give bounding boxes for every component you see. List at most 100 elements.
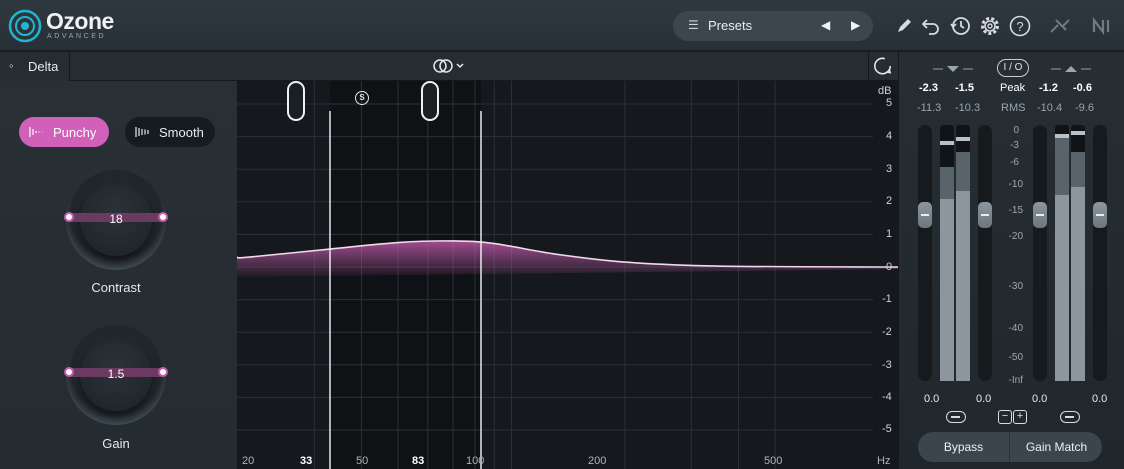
scale-3: -3 xyxy=(1010,140,1019,151)
presets-label[interactable]: Presets xyxy=(708,18,752,33)
input-meter-right-peak xyxy=(956,137,970,141)
io-meter-panel: -2.3 -1.5 -11.3 -10.3 I / O Peak RMS -1.… xyxy=(898,52,1124,469)
minus-button[interactable]: − xyxy=(998,410,1012,424)
output-rms-left: -10.4 xyxy=(1037,102,1063,114)
scale-15: -15 xyxy=(1008,205,1023,216)
low-band-handle[interactable] xyxy=(287,81,305,121)
y-label-2: 2 xyxy=(886,195,893,207)
scale-10: -10 xyxy=(1008,179,1023,190)
peak-label: Peak xyxy=(1000,82,1026,94)
output-gain-left[interactable]: 0.0 xyxy=(1032,393,1047,405)
input-rms-left: -11.3 xyxy=(917,102,942,114)
output-collapse-icon[interactable] xyxy=(1049,64,1093,74)
y-label-neg3: -3 xyxy=(882,359,892,371)
stereo-mode-icon[interactable] xyxy=(432,58,466,74)
output-rms-right: -9.6 xyxy=(1075,102,1094,114)
contrast-label: Contrast xyxy=(91,280,141,295)
output-fader-track[interactable] xyxy=(1033,125,1047,381)
output-peak-right: -0.6 xyxy=(1073,82,1092,94)
output-meter-right-peak xyxy=(1071,131,1085,135)
eq-graph[interactable]: dB 5 4 3 2 1 0 -1 -2 -3 -4 -5 20 33 50 8… xyxy=(237,81,898,469)
y-label-neg5: -5 xyxy=(882,423,892,435)
gain-value: 1.5 xyxy=(107,367,125,381)
scale-40: -40 xyxy=(1008,323,1023,334)
ear-icon[interactable]: ◦ xyxy=(9,58,14,73)
next-preset-button[interactable]: ▶ xyxy=(851,18,860,32)
smooth-wave-icon xyxy=(135,127,149,137)
eq-curve-canvas xyxy=(237,81,898,469)
history-icon[interactable] xyxy=(948,14,972,38)
contrast-knob[interactable]: 18 xyxy=(64,170,168,270)
graph-header xyxy=(70,52,898,81)
y-label-neg1: -1 xyxy=(882,293,892,305)
ni-logo-icon[interactable] xyxy=(1090,14,1114,38)
output-fader-handle[interactable] xyxy=(1033,202,1047,228)
presets-bar[interactable]: ☰ Presets ◀ ▶ xyxy=(673,11,873,41)
delta-toggle[interactable]: Delta xyxy=(28,59,58,74)
io-toggle-button[interactable]: I / O xyxy=(997,59,1029,77)
loop-icon[interactable] xyxy=(868,52,897,81)
input-peak-right: -1.5 xyxy=(955,82,974,94)
output-meter-left-peak xyxy=(1055,134,1069,138)
high-band-handle[interactable] xyxy=(421,81,439,121)
input-gain-left[interactable]: 0.0 xyxy=(924,393,939,405)
input-peak-left: -2.3 xyxy=(919,82,938,94)
input-meter-right-level xyxy=(956,191,970,381)
scale-50: -50 xyxy=(1008,352,1023,363)
punchy-mode-button[interactable]: Punchy xyxy=(19,117,109,147)
scale-20: -20 xyxy=(1008,231,1023,242)
input-link-button[interactable] xyxy=(946,411,966,423)
gain-knob[interactable]: 1.5 xyxy=(64,325,168,425)
footer-buttons: Bypass Gain Match xyxy=(918,432,1102,462)
x-label-200: 200 xyxy=(588,455,607,467)
solo-band-button[interactable]: S xyxy=(355,91,369,105)
plus-button[interactable]: + xyxy=(1013,410,1027,424)
contrast-value: 18 xyxy=(109,212,123,226)
x-label-50: 50 xyxy=(356,455,369,467)
smooth-mode-button[interactable]: Smooth xyxy=(125,117,215,147)
input-fader-track[interactable] xyxy=(918,125,932,381)
y-unit-label: dB xyxy=(878,85,892,97)
output-peak-left: -1.2 xyxy=(1039,82,1058,94)
help-icon[interactable]: ? xyxy=(1008,14,1032,38)
gain-match-button[interactable]: Gain Match xyxy=(1011,432,1102,462)
x-label-100: 100 xyxy=(466,455,485,467)
input-collapse-icon[interactable] xyxy=(931,64,975,74)
prev-preset-button[interactable]: ◀ xyxy=(821,18,830,32)
punchy-label: Punchy xyxy=(53,125,97,140)
gear-icon[interactable] xyxy=(978,14,1002,38)
smooth-label: Smooth xyxy=(159,125,204,140)
y-label-5: 5 xyxy=(886,97,893,109)
undo-icon[interactable] xyxy=(919,14,943,38)
y-label-4: 4 xyxy=(886,130,893,142)
input-rms-right: -10.3 xyxy=(955,102,981,114)
scale-inf: -Inf xyxy=(1008,375,1023,386)
list-icon: ☰ xyxy=(688,18,699,32)
output-fader-handle-right[interactable] xyxy=(1093,202,1107,228)
x-label-33: 33 xyxy=(300,455,313,467)
output-gain-right[interactable]: 0.0 xyxy=(1092,393,1107,405)
output-link-button[interactable] xyxy=(1060,411,1080,423)
x-label-500: 500 xyxy=(764,455,783,467)
scale-30: -30 xyxy=(1008,281,1023,292)
top-bar: Ozone ADVANCED ☰ Presets ◀ ▶ ? xyxy=(0,0,1124,51)
y-label-3: 3 xyxy=(886,163,893,175)
y-label-neg2: -2 xyxy=(882,326,892,338)
input-fader-handle[interactable] xyxy=(918,202,932,228)
x-label-83: 83 xyxy=(412,455,425,467)
x-label-20: 20 xyxy=(242,455,255,467)
input-gain-right[interactable]: 0.0 xyxy=(976,393,991,405)
app-name: Ozone xyxy=(46,8,114,34)
y-label-0: 0 xyxy=(886,261,893,273)
y-label-1: 1 xyxy=(886,228,893,240)
input-fader-handle-right[interactable] xyxy=(978,202,992,228)
bypass-button[interactable]: Bypass xyxy=(918,432,1010,462)
scale-0: 0 xyxy=(1013,125,1019,136)
pencil-icon[interactable] xyxy=(892,14,916,38)
scale-6: -6 xyxy=(1010,157,1019,168)
svg-text:?: ? xyxy=(1016,19,1023,34)
link-cables-icon[interactable] xyxy=(1048,14,1072,38)
output-fader-track-right[interactable] xyxy=(1093,125,1107,381)
x-label-hz: Hz xyxy=(877,455,891,467)
output-meter-left-level xyxy=(1055,195,1069,381)
